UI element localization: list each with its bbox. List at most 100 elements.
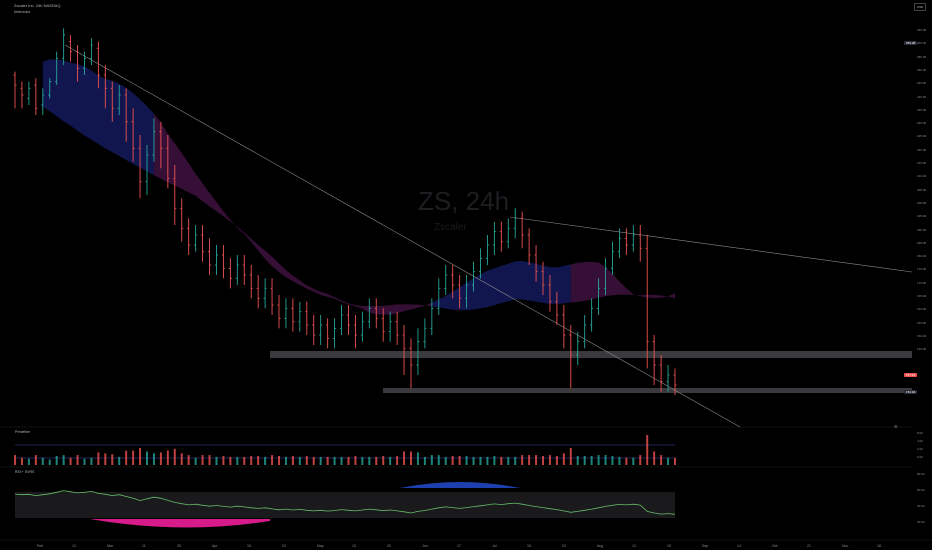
date-tick: 20 <box>387 544 391 548</box>
date-tick: 13 <box>352 544 356 548</box>
volume-bar <box>333 456 336 465</box>
volume-bar <box>41 457 44 465</box>
volume-bar <box>139 447 142 465</box>
volume-bar <box>646 435 649 465</box>
trend-line <box>64 44 741 428</box>
pane-tick: 20.00 <box>917 520 925 524</box>
volume-bar <box>180 453 183 465</box>
price-tick: 240.00 <box>917 94 927 99</box>
volume-bar <box>354 456 357 465</box>
volume-bar <box>416 452 419 465</box>
volume-bar <box>465 456 468 465</box>
settings-icon[interactable]: ⚙ <box>894 424 898 429</box>
ichimoku-cloud-bearish <box>570 261 675 303</box>
price-tick: 245.00 <box>917 81 927 86</box>
volume-bar <box>653 451 656 465</box>
date-tick: Jun <box>422 544 428 548</box>
date-tick: 11 <box>142 544 146 548</box>
volume-bar <box>104 453 107 465</box>
volume-bar <box>403 451 406 465</box>
volume-bar <box>76 455 79 465</box>
volume-bar <box>152 453 155 465</box>
volume-bar <box>194 457 197 465</box>
volume-bar <box>507 456 510 465</box>
date-tick: Oct <box>772 544 778 548</box>
current-price-badge: 157.10 <box>904 373 918 377</box>
volume-bar <box>639 455 642 465</box>
date-tick: 12 <box>632 544 636 548</box>
volume-bar <box>55 456 58 465</box>
volume-bar <box>590 456 593 465</box>
volume-bar <box>486 456 489 465</box>
volume-bar <box>159 452 162 465</box>
volume-bar <box>222 456 225 465</box>
date-tick: Apr <box>212 544 218 548</box>
volume-bar <box>62 455 65 465</box>
volume-bar <box>479 456 482 465</box>
price-tick: 195.00 <box>917 214 927 219</box>
date-tick: May <box>317 544 324 548</box>
volume-bar <box>548 455 551 465</box>
volume-bar <box>514 456 517 465</box>
volume-bar <box>34 455 37 465</box>
high-price-badge: 253.28 <box>904 41 918 45</box>
volume-bar <box>229 456 232 465</box>
volume-bar <box>125 450 128 465</box>
volume-bar <box>257 456 260 465</box>
volume-bar <box>430 455 433 465</box>
volume-bar <box>83 458 86 465</box>
volume-bar <box>423 456 426 465</box>
date-tick: 21 <box>807 544 811 548</box>
rsi-oversold-fill <box>90 519 270 528</box>
volume-bar <box>368 456 371 465</box>
date-tick: 14 <box>737 544 741 548</box>
volume-bar <box>347 456 350 465</box>
pane-tick: 60.00 <box>917 488 925 492</box>
volume-bar <box>298 456 301 465</box>
volume-bar <box>14 455 16 465</box>
volume-bar <box>632 457 635 465</box>
volume-bar <box>493 456 496 465</box>
date-tick: 12 <box>72 544 76 548</box>
volume-pane-label: Predefine <box>15 430 30 434</box>
volume-bar <box>111 454 114 465</box>
volume-bar <box>215 456 218 465</box>
volume-bar <box>361 456 364 465</box>
volume-bar <box>250 456 253 465</box>
date-tick: 19 <box>667 544 671 548</box>
rsi-pane-label: RSI + SVRS <box>15 470 35 474</box>
volume-bar <box>48 459 51 465</box>
volume-bar <box>166 450 169 465</box>
volume-bar <box>291 456 294 465</box>
volume-bar <box>27 458 30 465</box>
volume-bar <box>611 456 614 465</box>
support-zone <box>383 388 912 393</box>
volume-bar <box>208 455 211 465</box>
volume-bar <box>389 456 392 465</box>
volume-bar <box>555 456 558 465</box>
volume-bar <box>562 453 565 465</box>
price-tick: 255.00 <box>917 54 927 59</box>
support-zone <box>270 351 912 358</box>
volume-bar <box>576 456 579 465</box>
date-tick: Aug <box>597 544 604 548</box>
price-tick: 165.00 <box>917 294 927 298</box>
volume-bar <box>618 456 621 465</box>
price-tick: 185.00 <box>917 240 927 245</box>
pane-tick: 8.00 <box>917 431 923 435</box>
date-tick: 15 <box>247 544 251 548</box>
price-tick: 175.00 <box>917 267 927 272</box>
volume-bar <box>660 455 663 465</box>
volume-bar <box>132 450 135 465</box>
volume-bar <box>396 456 399 465</box>
price-tick: 260.00 <box>917 41 927 46</box>
volume-bar <box>458 456 461 465</box>
volume-bar <box>319 456 322 465</box>
low-price-badge: 153.94 <box>904 390 918 394</box>
price-chart[interactable] <box>0 0 932 550</box>
volume-bar <box>312 456 315 465</box>
volume-bar <box>667 457 670 465</box>
volume-bar <box>604 455 607 465</box>
pane-tick: 0.00 <box>917 455 923 459</box>
volume-bar <box>410 451 412 465</box>
